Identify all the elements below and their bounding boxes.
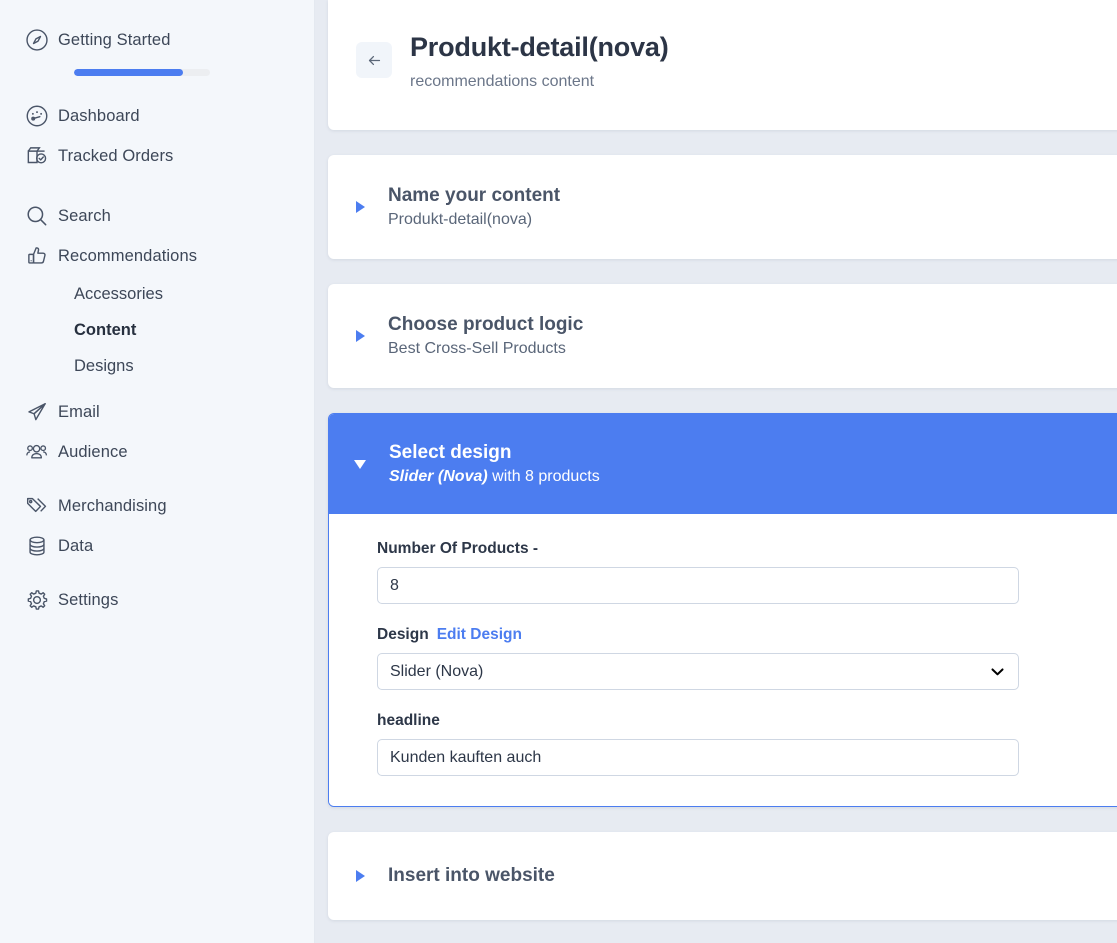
field-label: Design — [377, 626, 429, 643]
sidebar-item-tracked-orders[interactable]: Tracked Orders — [0, 136, 314, 176]
chevron-down-icon — [991, 665, 1004, 678]
field-headline: headline — [377, 712, 1117, 776]
section-title: Choose product logic — [388, 313, 584, 335]
sidebar-item-audience[interactable]: Audience — [0, 432, 314, 472]
paper-plane-icon — [24, 399, 58, 425]
section-insert-into-website[interactable]: Insert into website — [328, 832, 1117, 920]
page-subtitle: recommendations content — [410, 73, 595, 91]
sidebar-item-getting-started[interactable]: Getting Started — [0, 20, 314, 60]
sidebar-item-label: Designs — [74, 356, 134, 375]
number-of-products-input[interactable] — [377, 567, 1019, 604]
sidebar-item-label: Recommendations — [58, 246, 198, 265]
users-icon — [24, 439, 58, 465]
triangle-right-icon[interactable] — [352, 200, 380, 213]
sidebar-item-data[interactable]: Data — [0, 526, 314, 566]
sidebar-item-designs[interactable]: Designs — [0, 348, 314, 384]
section-subtitle: Best Cross-Sell Products — [388, 340, 566, 358]
sidebar-item-label: Content — [74, 320, 137, 339]
field-label: headline — [377, 712, 440, 729]
design-select-value: Slider (Nova) — [390, 662, 484, 680]
compass-icon — [24, 27, 58, 53]
sidebar-item-dashboard[interactable]: Dashboard — [0, 96, 314, 136]
field-number-of-products: Number Of Products - — [377, 540, 1117, 604]
field-label: Number Of Products - — [377, 540, 539, 557]
sidebar-item-recommendations[interactable]: Recommendations — [0, 236, 314, 276]
sidebar-item-label: Accessories — [74, 284, 163, 303]
gear-icon — [24, 587, 58, 613]
tags-icon — [24, 493, 58, 519]
sidebar-item-email[interactable]: Email — [0, 392, 314, 432]
headline-input[interactable] — [377, 739, 1019, 776]
app-root: Getting Started Dashboard Tracked Orders… — [0, 0, 1117, 943]
database-icon — [24, 533, 58, 559]
sidebar-item-label: Getting Started — [58, 30, 171, 49]
section-choose-product-logic[interactable]: Choose product logic Best Cross-Sell Pro… — [328, 284, 1117, 388]
sidebar-item-content[interactable]: Content — [0, 312, 314, 348]
onboarding-progress-track — [74, 69, 210, 76]
sidebar: Getting Started Dashboard Tracked Orders… — [0, 0, 315, 943]
section-title: Select design — [389, 441, 512, 463]
page-header-card: Produkt-detail(nova) recommendations con… — [328, 0, 1117, 130]
triangle-right-icon[interactable] — [352, 869, 380, 882]
section-subtitle: Slider (Nova) with 8 products — [389, 468, 600, 486]
sidebar-item-label: Search — [58, 206, 111, 225]
sidebar-item-label: Data — [58, 536, 94, 555]
sidebar-item-label: Email — [58, 402, 100, 421]
design-select[interactable]: Slider (Nova) — [377, 653, 1019, 690]
onboarding-progress-bar — [74, 69, 183, 76]
arrow-left-icon — [366, 52, 383, 69]
section-select-design-header[interactable]: Select design Slider (Nova) with 8 produ… — [329, 414, 1117, 514]
section-name-your-content[interactable]: Name your content Produkt-detail(nova) — [328, 155, 1117, 259]
search-icon — [24, 203, 58, 229]
gauge-icon — [24, 103, 58, 129]
sidebar-item-label: Dashboard — [58, 106, 140, 125]
section-title: Name your content — [388, 184, 561, 206]
sidebar-item-settings[interactable]: Settings — [0, 580, 314, 620]
section-subtitle-emphasis: Slider (Nova) — [389, 468, 488, 486]
main-content: Produkt-detail(nova) recommendations con… — [315, 0, 1117, 943]
back-button[interactable] — [356, 42, 392, 78]
section-select-design-body: Number Of Products - Design Edit Design … — [329, 514, 1117, 806]
triangle-down-icon[interactable] — [353, 459, 381, 469]
sidebar-item-accessories[interactable]: Accessories — [0, 276, 314, 312]
sidebar-item-label: Merchandising — [58, 496, 167, 515]
sidebar-item-merchandising[interactable]: Merchandising — [0, 486, 314, 526]
triangle-right-icon[interactable] — [352, 329, 380, 342]
sidebar-item-label: Settings — [58, 590, 119, 609]
sidebar-item-label: Audience — [58, 442, 128, 461]
sidebar-item-search[interactable]: Search — [0, 196, 314, 236]
section-title: Insert into website — [388, 864, 555, 886]
sidebar-item-label: Tracked Orders — [58, 146, 174, 165]
thumbs-up-icon — [24, 243, 58, 269]
box-check-icon — [24, 143, 58, 169]
page-title: Produkt-detail(nova) — [410, 32, 669, 62]
edit-design-link[interactable]: Edit Design — [437, 626, 522, 644]
section-subtitle-rest: with 8 products — [487, 468, 600, 486]
section-subtitle: Produkt-detail(nova) — [388, 211, 533, 229]
field-design: Design Edit Design Slider (Nova) — [377, 626, 1117, 690]
section-select-design: Select design Slider (Nova) with 8 produ… — [328, 413, 1117, 807]
